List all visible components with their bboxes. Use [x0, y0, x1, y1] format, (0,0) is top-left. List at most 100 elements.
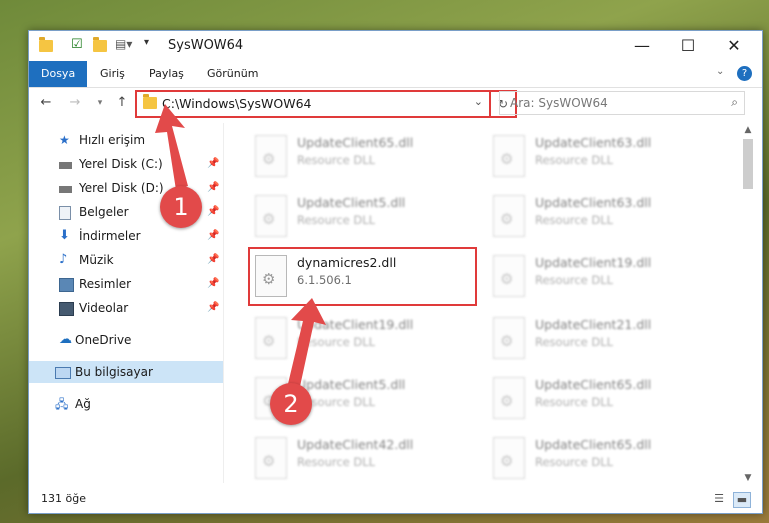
file-name: UpdateClient65.dll: [297, 135, 414, 150]
drive-icon: [59, 162, 72, 169]
pin-icon[interactable]: 📌: [207, 273, 219, 295]
sidebar-item-pictures[interactable]: Resimler 📌: [29, 273, 223, 295]
scroll-up-icon[interactable]: ▲: [740, 123, 756, 137]
file-name: UpdateClient63.dll: [535, 135, 652, 150]
pin-icon[interactable]: 📌: [207, 249, 219, 271]
tiles-view-icon[interactable]: ▬: [733, 492, 751, 508]
sidebar-item-videos[interactable]: Videolar 📌: [29, 297, 223, 319]
pin-icon[interactable]: 📌: [207, 297, 219, 319]
sidebar-item-label: İndirmeler: [79, 229, 141, 243]
list-item[interactable]: UpdateClient42.dll Resource DLL: [245, 433, 465, 483]
search-input[interactable]: Ara: SysWOW64 ⌕: [499, 91, 745, 115]
pin-icon[interactable]: 📌: [207, 177, 219, 199]
help-icon[interactable]: ?: [737, 66, 752, 81]
list-item[interactable]: UpdateClient63.dll Resource DLL: [483, 131, 703, 181]
tab-dosya[interactable]: Dosya: [29, 61, 88, 87]
sidebar-item-downloads[interactable]: ⬇ İndirmeler 📌: [29, 225, 223, 247]
sidebar-item-network[interactable]: 🖧 Ağ: [29, 393, 223, 415]
videos-icon: [59, 302, 74, 316]
file-description: Resource DLL: [535, 455, 614, 469]
file-name: UpdateClient19.dll: [297, 317, 414, 332]
sidebar-item-label: Bu bilgisayar: [75, 365, 153, 379]
dll-file-icon: [493, 437, 525, 479]
expand-ribbon-icon[interactable]: ⌄: [716, 66, 724, 77]
minimize-button[interactable]: —: [619, 31, 665, 61]
sidebar-item-label: Belgeler: [79, 205, 129, 219]
file-description: Resource DLL: [297, 455, 376, 469]
tab-giris[interactable]: Giriş: [88, 61, 137, 87]
back-button[interactable]: ←: [37, 94, 55, 112]
search-icon: ⌕: [731, 95, 738, 109]
list-item[interactable]: UpdateClient19.dll Resource DLL: [483, 251, 703, 301]
file-name: UpdateClient5.dll: [297, 377, 406, 392]
list-item[interactable]: UpdateClient21.dll Resource DLL: [483, 313, 703, 363]
list-item[interactable]: UpdateClient65.dll Resource DLL: [245, 131, 465, 181]
dll-file-icon: [255, 135, 287, 177]
item-count: 131 öğe: [41, 492, 86, 505]
callout-1: 1: [160, 186, 202, 228]
address-dropdown-icon[interactable]: ⌄: [474, 95, 483, 108]
up-button[interactable]: ↑: [113, 94, 131, 112]
scroll-down-icon[interactable]: ▼: [740, 471, 756, 485]
sidebar-item-label: OneDrive: [75, 333, 132, 347]
search-placeholder: Ara: SysWOW64: [510, 96, 608, 110]
tab-paylas[interactable]: Paylaş: [137, 61, 196, 87]
file-description: Resource DLL: [535, 395, 614, 409]
pin-icon[interactable]: 📌: [207, 225, 219, 247]
maximize-button[interactable]: ☐: [665, 31, 711, 61]
file-name: UpdateClient63.dll: [535, 195, 652, 210]
file-description: Resource DLL: [535, 213, 614, 227]
list-item[interactable]: UpdateClient65.dll Resource DLL: [483, 373, 703, 423]
pictures-icon: [59, 278, 74, 292]
download-icon: ⬇: [59, 228, 70, 243]
list-item[interactable]: UpdateClient63.dll Resource DLL: [483, 191, 703, 241]
customize-toolbar-icon[interactable]: ▤▾: [115, 37, 132, 53]
pin-icon[interactable]: 📌: [207, 201, 219, 223]
list-item[interactable]: UpdateClient65.dll Resource DLL: [483, 433, 703, 483]
scroll-thumb[interactable]: [743, 139, 753, 189]
folder-icon: [39, 37, 55, 53]
vertical-scrollbar[interactable]: ▲ ▼: [740, 123, 756, 485]
forward-button[interactable]: →: [66, 94, 84, 112]
details-view-icon[interactable]: ☰: [711, 492, 727, 506]
sidebar-item-label: Hızlı erişim: [79, 133, 146, 147]
title-bar: ☑ ▤▾ ▾ SysWOW64 — ☐ ✕: [29, 31, 762, 61]
sidebar-item-label: Ağ: [75, 397, 91, 411]
list-item[interactable]: UpdateClient19.dll Resource DLL: [245, 313, 465, 363]
file-description: Resource DLL: [535, 273, 614, 287]
sidebar-item-onedrive[interactable]: ☁ OneDrive: [29, 329, 223, 351]
sidebar-item-disk-c[interactable]: Yerel Disk (C:) 📌: [29, 153, 223, 175]
recent-locations-button[interactable]: ▾: [91, 94, 109, 112]
tab-gorunum[interactable]: Görünüm: [195, 61, 270, 87]
file-description: Resource DLL: [297, 153, 376, 167]
list-item[interactable]: UpdateClient5.dll Resource DLL: [245, 191, 465, 241]
dll-file-icon: [255, 317, 287, 359]
toolbar-dropdown-icon[interactable]: ▾: [144, 37, 160, 53]
file-description: Resource DLL: [297, 213, 376, 227]
sidebar-item-this-pc[interactable]: Bu bilgisayar: [29, 361, 223, 383]
properties-icon[interactable]: ☑: [71, 37, 87, 53]
sidebar-item-label: Yerel Disk (C:): [79, 157, 163, 171]
file-description: Resource DLL: [297, 335, 376, 349]
computer-icon: [55, 367, 71, 379]
callout-2: 2: [270, 383, 312, 425]
sidebar-item-quick-access[interactable]: ★ Hızlı erişim: [29, 129, 223, 151]
close-button[interactable]: ✕: [711, 31, 757, 61]
dll-file-icon: [255, 437, 287, 479]
documents-icon: [59, 206, 71, 220]
sidebar-item-label: Yerel Disk (D:): [79, 181, 164, 195]
dll-file-icon: [493, 317, 525, 359]
address-path: C:\Windows\SysWOW64: [162, 96, 312, 111]
file-description: Resource DLL: [535, 335, 614, 349]
sidebar-item-music[interactable]: ♪ Müzik 📌: [29, 249, 223, 271]
new-folder-icon[interactable]: [93, 37, 109, 53]
file-name: UpdateClient42.dll: [297, 437, 414, 452]
status-bar: 131 öğe ☰ ▬: [29, 487, 762, 513]
file-name: UpdateClient65.dll: [535, 377, 652, 392]
navigation-pane: ★ Hızlı erişim Yerel Disk (C:) 📌 Yerel D…: [29, 123, 224, 483]
navigation-bar: ← → ▾ ↑ C:\Windows\SysWOW64 ⌄ ↻ Ara: Sys…: [29, 88, 762, 118]
dll-file-icon: [493, 255, 525, 297]
address-bar[interactable]: C:\Windows\SysWOW64 ⌄: [135, 90, 491, 118]
file-name: UpdateClient65.dll: [535, 437, 652, 452]
pin-icon[interactable]: 📌: [207, 153, 219, 175]
